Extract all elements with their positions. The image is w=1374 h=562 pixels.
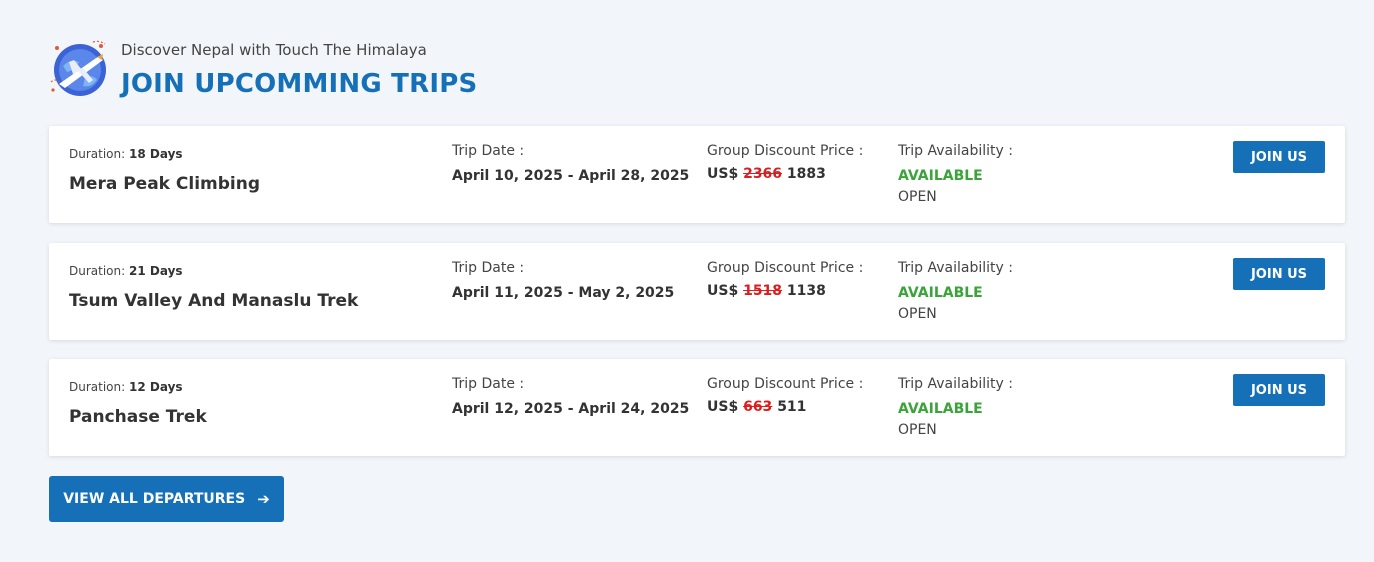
availability-status: AVAILABLE	[898, 168, 983, 184]
trip-card: Duration: 21 Days Tsum Valley And Manasl…	[49, 243, 1345, 340]
availability-state: OPEN	[898, 189, 937, 205]
currency: US$	[707, 283, 739, 299]
trip-card: Duration: 18 Days Mera Peak Climbing Tri…	[49, 126, 1345, 223]
discount-price: 511	[777, 399, 807, 415]
airplane-globe-icon	[50, 40, 106, 96]
join-us-button[interactable]: JOIN US	[1233, 141, 1325, 173]
trip-name: Mera Peak Climbing	[69, 174, 261, 194]
duration-value: 21 Days	[129, 264, 183, 278]
trip-duration: Duration: 21 Days	[69, 264, 183, 278]
trip-name: Panchase Trek	[69, 407, 207, 427]
availability-status: AVAILABLE	[898, 285, 983, 301]
trip-price: US$ 663 511	[707, 399, 806, 415]
duration-label: Duration:	[69, 264, 126, 278]
trip-date-label: Trip Date :	[452, 260, 525, 276]
section-title: JOIN UPCOMMING TRIPS	[121, 69, 478, 99]
availability-state: OPEN	[898, 306, 937, 322]
arrow-right-icon: ➔	[257, 490, 270, 508]
join-us-button[interactable]: JOIN US	[1233, 374, 1325, 406]
availability-label: Trip Availability :	[898, 260, 1013, 276]
availability-label: Trip Availability :	[898, 143, 1013, 159]
trip-date: April 11, 2025 - May 2, 2025	[452, 285, 675, 301]
trip-date: April 12, 2025 - April 24, 2025	[452, 401, 690, 417]
duration-label: Duration:	[69, 380, 126, 394]
section-subtitle: Discover Nepal with Touch The Himalaya	[121, 41, 427, 59]
section-header: Discover Nepal with Touch The Himalaya J…	[49, 38, 649, 100]
duration-value: 18 Days	[129, 147, 183, 161]
view-all-label: VIEW ALL DEPARTURES	[63, 491, 246, 507]
trip-name: Tsum Valley And Manaslu Trek	[69, 291, 359, 311]
trip-duration: Duration: 18 Days	[69, 147, 183, 161]
old-price: 2366	[743, 166, 783, 182]
upcoming-trips-section: Discover Nepal with Touch The Himalaya J…	[0, 0, 1374, 562]
group-price-label: Group Discount Price :	[707, 376, 864, 392]
join-us-button[interactable]: JOIN US	[1233, 258, 1325, 290]
old-price: 663	[743, 399, 773, 415]
currency: US$	[707, 399, 739, 415]
availability-state: OPEN	[898, 422, 937, 438]
trip-date-label: Trip Date :	[452, 376, 525, 392]
discount-price: 1138	[786, 283, 826, 299]
trip-card: Duration: 12 Days Panchase Trek Trip Dat…	[49, 359, 1345, 456]
availability-label: Trip Availability :	[898, 376, 1013, 392]
old-price: 1518	[743, 283, 783, 299]
availability-status: AVAILABLE	[898, 401, 983, 417]
duration-value: 12 Days	[129, 380, 183, 394]
duration-label: Duration:	[69, 147, 126, 161]
trip-duration: Duration: 12 Days	[69, 380, 183, 394]
currency: US$	[707, 166, 739, 182]
discount-price: 1883	[786, 166, 826, 182]
trip-date: April 10, 2025 - April 28, 2025	[452, 168, 690, 184]
trip-date-label: Trip Date :	[452, 143, 525, 159]
trip-price: US$ 1518 1138	[707, 283, 826, 299]
trip-price: US$ 2366 1883	[707, 166, 826, 182]
group-price-label: Group Discount Price :	[707, 143, 864, 159]
group-price-label: Group Discount Price :	[707, 260, 864, 276]
view-all-departures-button[interactable]: VIEW ALL DEPARTURES ➔	[49, 476, 284, 522]
